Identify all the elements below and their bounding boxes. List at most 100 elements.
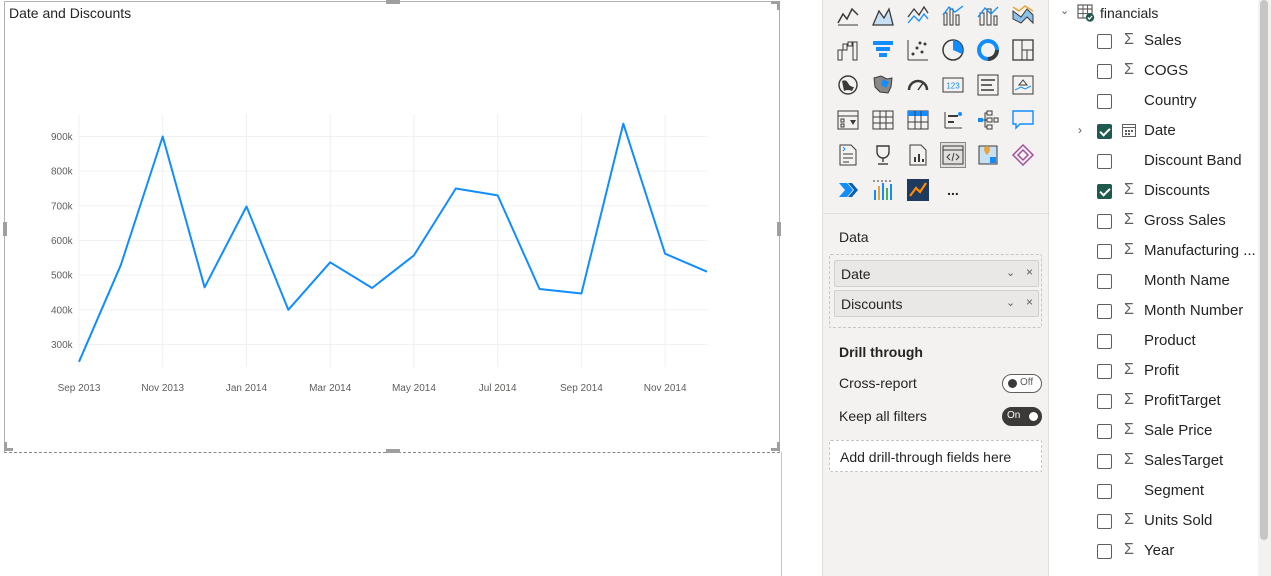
funnel-chart-icon[interactable]	[870, 37, 896, 63]
treemap-icon[interactable]	[1010, 37, 1036, 63]
field-checkbox[interactable]	[1097, 424, 1112, 439]
custom-visual-2-icon[interactable]	[905, 177, 931, 203]
field-checkbox[interactable]	[1097, 304, 1112, 319]
table-financials[interactable]: ⌄ financials	[1050, 0, 1260, 26]
field-checkbox[interactable]	[1097, 544, 1112, 559]
qa-icon[interactable]	[1010, 107, 1036, 133]
remove-field-icon[interactable]: ×	[1026, 295, 1033, 309]
field-row-product[interactable]: Product	[1050, 327, 1260, 357]
filled-map-icon[interactable]	[870, 72, 896, 98]
field-checkbox[interactable]	[1097, 94, 1112, 109]
power-automate-icon[interactable]	[835, 177, 861, 203]
field-row-profit[interactable]: Σ Profit	[1050, 357, 1260, 387]
chevron-right-icon[interactable]: ›	[1078, 123, 1082, 137]
decomposition-tree-icon[interactable]	[975, 107, 1001, 133]
field-checkbox[interactable]	[1097, 124, 1112, 139]
sigma-icon: Σ	[1124, 301, 1134, 318]
sigma-icon: Σ	[1124, 451, 1134, 468]
data-point	[496, 193, 500, 197]
report-canvas[interactable]: Date and Discounts 300k 400k 500k 600k 700k 8…	[0, 0, 822, 576]
multi-row-card-icon[interactable]	[975, 72, 1001, 98]
field-row-cogs[interactable]: Σ COGS	[1050, 57, 1260, 87]
stacked-area-chart-icon[interactable]	[905, 2, 931, 28]
field-row-year[interactable]: Σ Year	[1050, 537, 1260, 567]
kpi-icon[interactable]	[1010, 72, 1036, 98]
chevron-down-icon[interactable]: ⌄	[1006, 266, 1015, 279]
field-checkbox[interactable]	[1097, 34, 1112, 49]
field-row-gross-sales[interactable]: Σ Gross Sales	[1050, 207, 1260, 237]
remove-field-icon[interactable]: ×	[1026, 265, 1033, 279]
field-pill-date[interactable]: Date ⌄ ×	[834, 260, 1039, 287]
field-checkbox[interactable]	[1097, 184, 1112, 199]
field-checkbox[interactable]	[1097, 154, 1112, 169]
paginated-report-icon[interactable]	[905, 142, 931, 168]
data-field-well[interactable]: Date ⌄ × Discounts ⌄ ×	[829, 254, 1042, 328]
map-icon[interactable]	[835, 72, 861, 98]
slicer-icon[interactable]	[835, 107, 861, 133]
field-checkbox[interactable]	[1097, 394, 1112, 409]
field-name: Units Sold	[1144, 512, 1213, 529]
table-icon[interactable]	[870, 107, 896, 133]
smart-narrative-icon[interactable]	[835, 142, 861, 168]
field-row-date[interactable]: › Date	[1050, 117, 1260, 147]
field-row-discounts[interactable]: Σ Discounts	[1050, 177, 1260, 207]
toggle-state-label: On	[1007, 410, 1021, 421]
field-row-salestarget[interactable]: Σ SalesTarget	[1050, 447, 1260, 477]
field-row-discount-band[interactable]: Discount Band	[1050, 147, 1260, 177]
matrix-icon[interactable]	[905, 107, 931, 133]
field-checkbox[interactable]	[1097, 274, 1112, 289]
area-chart-icon[interactable]	[870, 2, 896, 28]
metrics-icon[interactable]	[870, 142, 896, 168]
field-checkbox[interactable]	[1097, 454, 1112, 469]
field-row-profittarget[interactable]: Σ ProfitTarget	[1050, 387, 1260, 417]
chevron-down-icon[interactable]: ⌄	[1006, 296, 1015, 309]
line-chart-visual[interactable]: Date and Discounts 300k 400k 500k 600k 700k 8…	[3, 0, 781, 453]
power-apps-icon[interactable]	[1010, 142, 1036, 168]
resize-handle-left[interactable]	[3, 222, 7, 236]
y-tick-label: 900k	[51, 132, 74, 143]
field-row-manufacturing[interactable]: Σ Manufacturing ...	[1050, 237, 1260, 267]
html-content-icon[interactable]	[940, 142, 966, 168]
field-row-units-sold[interactable]: Σ Units Sold	[1050, 507, 1260, 537]
field-checkbox[interactable]	[1097, 334, 1112, 349]
scatter-chart-icon[interactable]	[905, 37, 931, 63]
field-row-month-number[interactable]: Σ Month Number	[1050, 297, 1260, 327]
field-checkbox[interactable]	[1097, 514, 1112, 529]
chevron-down-icon[interactable]: ⌄	[1060, 4, 1069, 17]
field-row-segment[interactable]: Segment	[1050, 477, 1260, 507]
field-checkbox[interactable]	[1097, 244, 1112, 259]
field-row-month-name[interactable]: Month Name	[1050, 267, 1260, 297]
field-checkbox[interactable]	[1097, 64, 1112, 79]
key-influencers-icon[interactable]	[940, 107, 966, 133]
keep-all-filters-toggle[interactable]: On	[1002, 407, 1042, 426]
line-chart-icon[interactable]	[835, 2, 861, 28]
cross-report-toggle[interactable]: Off	[1002, 374, 1042, 393]
resize-handle-top[interactable]	[386, 0, 400, 4]
y-tick-label: 500k	[51, 271, 74, 282]
resize-handle-bottom-right-v[interactable]	[777, 442, 780, 451]
resize-handle-bottom[interactable]	[386, 449, 400, 453]
fields-scrollbar-thumb[interactable]	[1260, 0, 1268, 540]
field-checkbox[interactable]	[1097, 214, 1112, 229]
line-stacked-column-icon[interactable]	[975, 2, 1001, 28]
custom-visual-icon[interactable]	[870, 177, 896, 203]
resize-handle-right[interactable]	[777, 222, 781, 236]
resize-handle-bottom-left-v[interactable]	[4, 442, 7, 451]
waterfall-chart-icon[interactable]	[835, 37, 861, 63]
donut-chart-icon[interactable]	[975, 37, 1001, 63]
field-row-sales[interactable]: Σ Sales	[1050, 27, 1260, 57]
drill-through-field-well[interactable]: Add drill-through fields here	[829, 440, 1042, 472]
line-clustered-column-icon[interactable]	[940, 2, 966, 28]
more-visuals-icon[interactable]: ...	[940, 177, 966, 203]
ribbon-chart-icon[interactable]	[1010, 2, 1036, 28]
field-pill-discounts[interactable]: Discounts ⌄ ×	[834, 290, 1039, 317]
resize-handle-top-right-v[interactable]	[777, 1, 780, 10]
field-row-country[interactable]: Country	[1050, 87, 1260, 117]
field-checkbox[interactable]	[1097, 484, 1112, 499]
azure-map-icon[interactable]	[975, 142, 1001, 168]
field-row-sale-price[interactable]: Σ Sale Price	[1050, 417, 1260, 447]
gauge-icon[interactable]	[905, 72, 931, 98]
field-checkbox[interactable]	[1097, 364, 1112, 379]
pie-chart-icon[interactable]	[940, 37, 966, 63]
card-icon[interactable]: 123	[940, 72, 966, 98]
